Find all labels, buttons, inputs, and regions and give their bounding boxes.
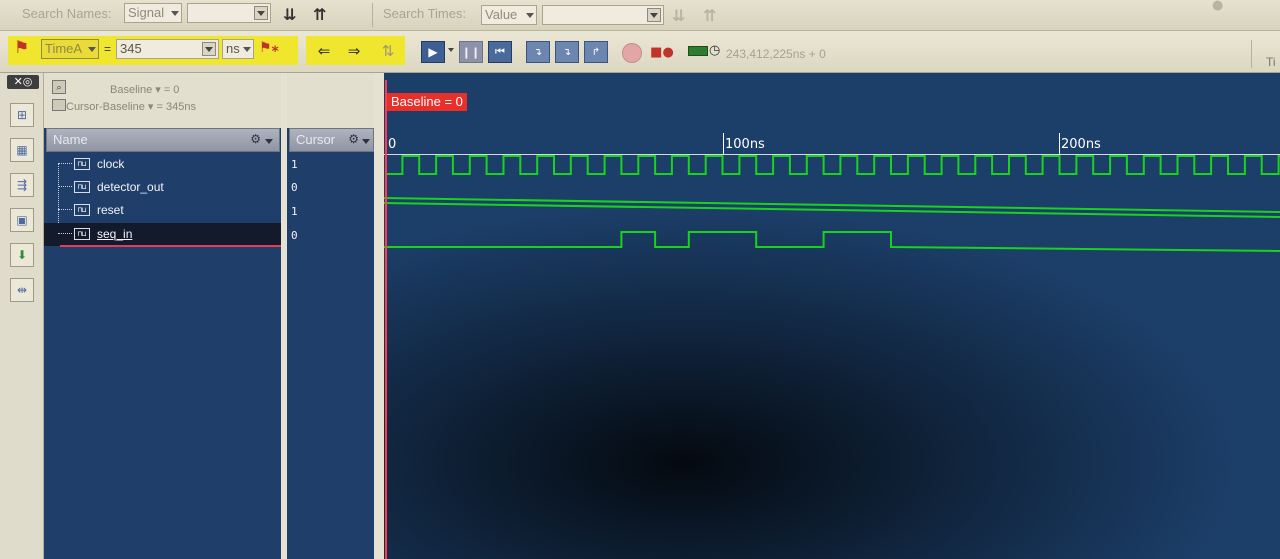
cursor-column-label: Cursor — [296, 132, 336, 147]
signal-row-clock[interactable]: ⊓⊔ clock — [44, 153, 281, 176]
chevron-down-icon — [171, 11, 179, 16]
baseline-cursor[interactable] — [385, 80, 387, 559]
baseline-badge[interactable]: Baseline = 0 — [387, 93, 467, 111]
selection-marker — [60, 245, 281, 247]
time-value-text: 345 — [120, 41, 142, 56]
swap-cursors-icon[interactable]: ⇅ — [376, 40, 400, 62]
gear-icon[interactable]: ⚙ — [348, 132, 359, 146]
step-over-button[interactable]: ↴ — [555, 41, 579, 63]
waveform-traces — [384, 155, 1280, 252]
name-column-header[interactable]: Name ⚙ — [46, 128, 280, 152]
expand-icon[interactable]: ⇶ — [10, 173, 34, 197]
toolbar-label: Ti — [1266, 55, 1276, 69]
search-backward-icon[interactable]: ⇊ — [283, 5, 296, 24]
names-filter-value: Signal — [128, 5, 165, 20]
step-button[interactable]: ↴ — [526, 41, 550, 63]
time-marker-label: TimeA — [45, 41, 83, 56]
search-times-label: Search Times: — [383, 6, 467, 21]
cursor-column-header[interactable]: Cursor ⚙ — [289, 128, 374, 152]
cursor-baseline-readout[interactable]: Cursor-Baseline ▾ = 345ns — [66, 100, 196, 113]
search-forward-icon[interactable]: ⇈ — [313, 5, 326, 24]
signal-name: clock — [97, 157, 125, 171]
stop-record-icon[interactable]: ■● — [650, 41, 674, 63]
search-bar: Search Names: Signal ⇊ ⇈ Search Times: V… — [0, 0, 1280, 31]
cursor-value-panel — [287, 128, 374, 559]
time-unit-dropdown[interactable]: ns — [222, 39, 254, 59]
chevron-down-icon[interactable] — [647, 8, 661, 22]
chevron-down-icon[interactable] — [254, 6, 268, 20]
chevron-down-icon[interactable] — [362, 139, 370, 144]
baseline-readout[interactable]: Baseline ▾ = 0 — [110, 83, 179, 96]
wave-clock — [385, 155, 1280, 175]
zoom-full-icon[interactable]: ⊞ — [10, 103, 34, 127]
times-filter-dropdown[interactable]: Value — [481, 5, 537, 25]
zoom-icon[interactable]: ⌕ — [52, 80, 66, 94]
equals-sign: = — [104, 42, 112, 56]
panel-splitter[interactable] — [374, 73, 384, 559]
signal-name: detector_out — [97, 180, 164, 194]
signal-row-reset[interactable]: ⊓⊔ reset — [44, 199, 281, 222]
time-unit-value: ns — [226, 41, 240, 56]
names-filter-dropdown[interactable]: Signal — [124, 3, 182, 23]
waveform-icon: ⊓⊔ — [74, 204, 90, 216]
times-filter-value: Value — [485, 7, 518, 22]
group-icon[interactable]: ▦ — [10, 138, 34, 162]
waveform-icon: ⊓⊔ — [74, 228, 90, 240]
gear-icon[interactable]: ⚙ — [250, 132, 261, 146]
pause-button[interactable]: ❙❙ — [459, 41, 483, 63]
toolbar-separator — [372, 3, 373, 27]
signal-name: seq_in — [97, 227, 133, 241]
simulation-time: 243,412,225ns + 0 — [726, 47, 826, 61]
signal-value: 0 — [291, 229, 298, 242]
left-toolbar: ✕◎ ⊞ ▦ ⇶ ▣ ⬇ ⇹ — [0, 73, 44, 559]
wave-seq-in — [384, 231, 1280, 252]
names-search-input[interactable] — [187, 3, 271, 23]
collapse-icon[interactable]: ⇹ — [10, 278, 34, 302]
break-button[interactable] — [622, 43, 642, 63]
chevron-down-icon[interactable] — [202, 42, 216, 56]
bus-icon[interactable]: ▣ — [10, 208, 34, 232]
add-marker-icon[interactable]: ⚑⁎ — [259, 40, 279, 56]
search-time-backward-icon[interactable]: ⇊ — [672, 6, 685, 25]
cursor-baseline-icon[interactable] — [52, 99, 66, 111]
chevron-down-icon — [243, 47, 251, 52]
next-edge-icon[interactable]: ⇒ — [342, 40, 366, 62]
toolbar-separator — [1251, 40, 1252, 68]
signal-row-seq-in[interactable]: ⊓⊔ seq_in — [44, 223, 281, 246]
search-names-label: Search Names: — [22, 6, 112, 21]
waveform-icon: ⊓⊔ — [74, 181, 90, 193]
time-marker-dropdown[interactable]: TimeA — [41, 39, 99, 59]
time-value-input[interactable]: 345 — [116, 39, 219, 59]
toolbar-icon[interactable]: ● — [1212, 0, 1223, 13]
times-search-input[interactable] — [542, 5, 664, 25]
name-column-label: Name — [53, 132, 88, 147]
signal-value: 1 — [291, 205, 298, 218]
signal-value: 1 — [291, 158, 298, 171]
waveform-icon: ⊓⊔ — [74, 158, 90, 170]
step-out-button[interactable]: ↱ — [584, 41, 608, 63]
signal-value: 0 — [291, 181, 298, 194]
close-icon[interactable]: ✕◎ — [7, 75, 39, 89]
signal-name: reset — [97, 203, 124, 217]
waveform-icon — [688, 46, 708, 56]
prev-edge-icon[interactable]: ⇐ — [312, 40, 336, 62]
run-button[interactable]: ▶ — [421, 41, 445, 63]
clock-icon: ◷ — [709, 43, 721, 58]
chevron-down-icon — [88, 47, 96, 52]
add-signal-icon[interactable]: ⬇ — [10, 243, 34, 267]
signal-row-detector-out[interactable]: ⊓⊔ detector_out — [44, 176, 281, 199]
flag-icon[interactable]: ⚑ — [14, 38, 29, 58]
chevron-down-icon[interactable] — [265, 139, 273, 144]
restart-button[interactable]: ⏮ — [488, 41, 512, 63]
chevron-down-icon — [526, 13, 534, 18]
search-time-forward-icon[interactable]: ⇈ — [703, 6, 716, 25]
chevron-down-icon[interactable] — [448, 48, 454, 52]
